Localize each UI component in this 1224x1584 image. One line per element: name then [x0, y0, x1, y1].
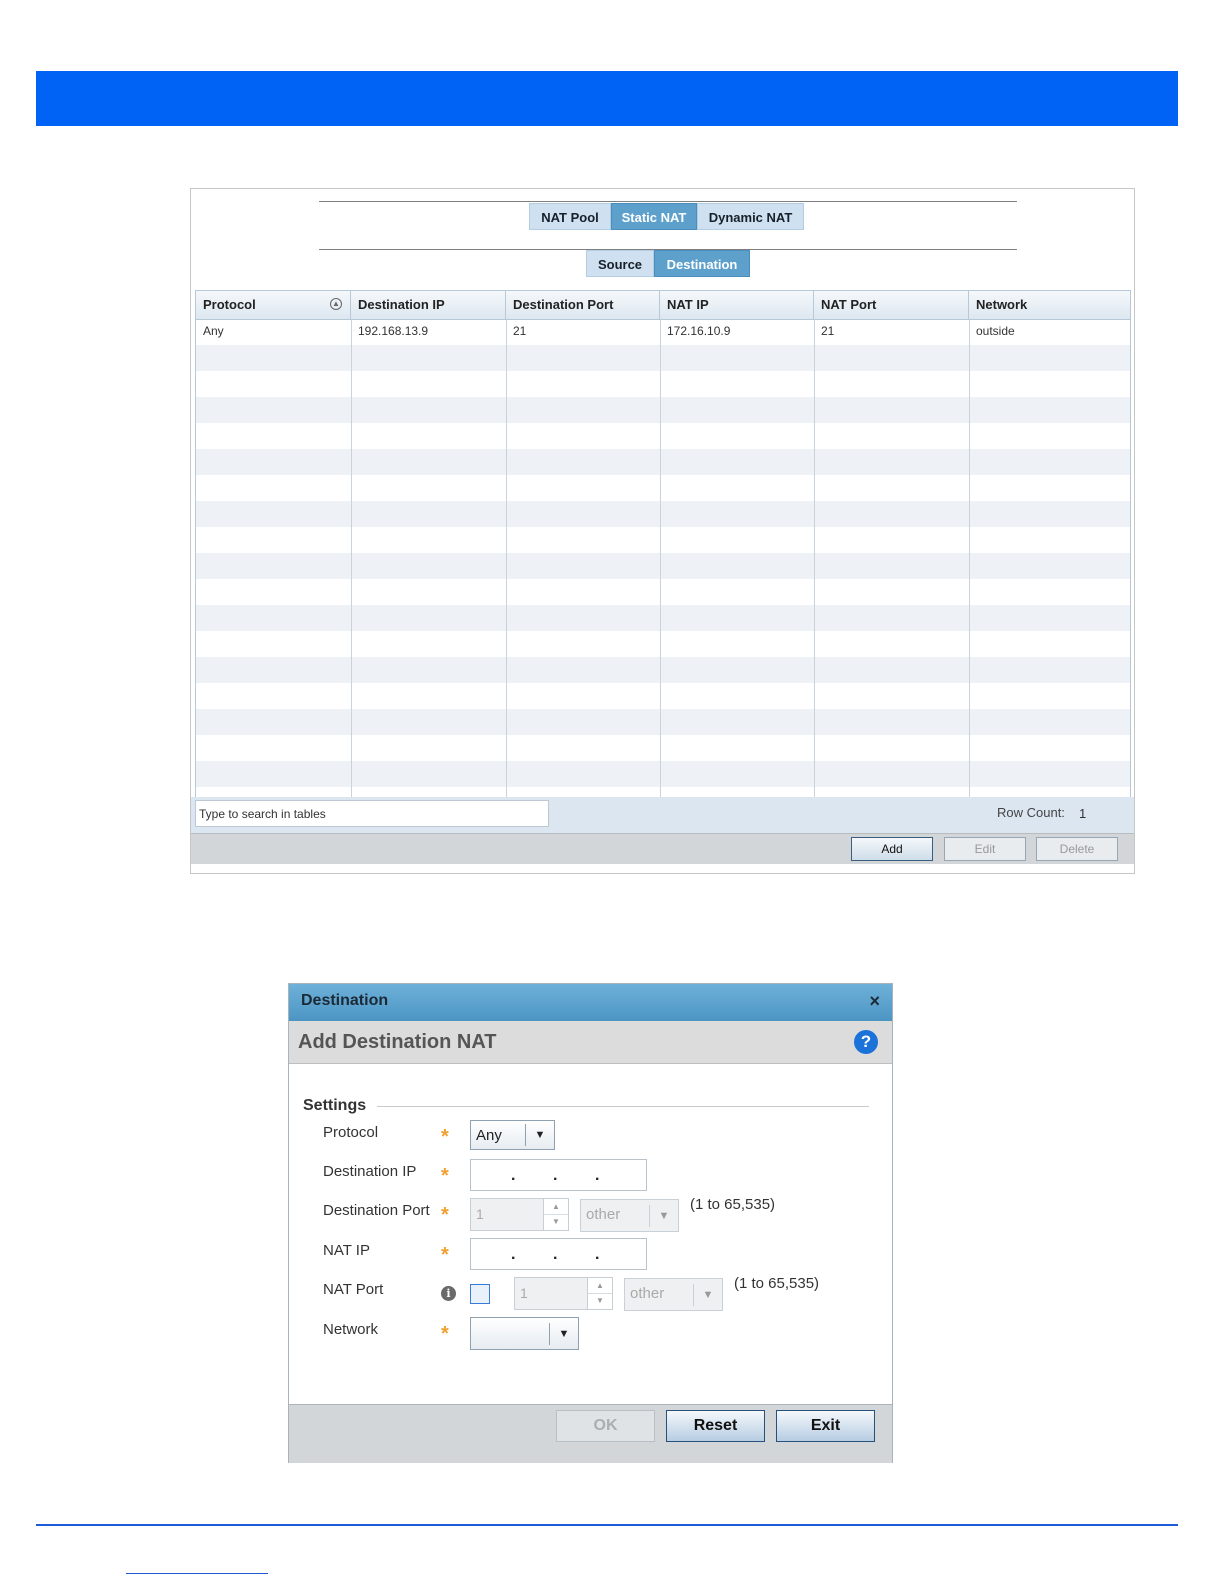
reset-button[interactable]: Reset [666, 1410, 765, 1442]
ok-button[interactable]: OK [556, 1410, 655, 1442]
required-icon: * [441, 1323, 449, 1345]
table-search-input[interactable]: Type to search in tables [195, 800, 549, 827]
destination-port-range: (1 to 65,535) [690, 1196, 776, 1213]
column-header-destination-port[interactable]: Destination Port [506, 291, 660, 319]
settings-section-title: Settings [303, 1097, 367, 1114]
add-button[interactable]: Add [851, 837, 933, 861]
tab-nat-pool[interactable]: NAT Pool [529, 203, 611, 230]
nat-port-range: (1 to 65,535) [734, 1275, 820, 1292]
table-header: Protocol ▲ Destination IP Destination Po… [196, 291, 1130, 320]
stepper-up-icon[interactable]: ▲ [544, 1199, 568, 1215]
column-header-nat-ip[interactable]: NAT IP [660, 291, 814, 319]
delete-button[interactable]: Delete [1036, 837, 1118, 861]
nat-port-type-select[interactable]: other ▼ [624, 1278, 723, 1311]
footer-link-underline [126, 1573, 268, 1574]
subtab-source[interactable]: Source [586, 250, 654, 277]
cell-nat-port: 21 [821, 324, 835, 338]
tab-divider [319, 201, 1017, 202]
dialog-title: Destination [301, 992, 389, 1009]
chevron-down-icon: ▼ [549, 1323, 578, 1345]
nat-ip-input[interactable]: . . . [470, 1238, 647, 1270]
dialog-button-bar: OK Reset Exit [289, 1404, 892, 1463]
dialog-title-bar: Destination × [289, 984, 892, 1021]
stepper-down-icon[interactable]: ▼ [544, 1214, 568, 1229]
table-footer: Type to search in tables Row Count: 1 [191, 797, 1134, 833]
protocol-label: Protocol [323, 1124, 379, 1141]
cell-nat-ip: 172.16.10.9 [667, 324, 731, 338]
tab-dynamic-nat[interactable]: Dynamic NAT [697, 203, 804, 230]
page-header-band [36, 71, 1178, 126]
required-icon: * [441, 1244, 449, 1266]
help-icon[interactable]: ? [854, 1030, 878, 1054]
destination-ip-input[interactable]: . . . [470, 1159, 647, 1191]
stepper-down-icon[interactable]: ▼ [588, 1293, 612, 1308]
required-icon: * [441, 1204, 449, 1226]
dialog-heading-bar: Add Destination NAT ? [289, 1021, 892, 1064]
cell-network: outside [976, 324, 1015, 338]
column-header-nat-port[interactable]: NAT Port [814, 291, 969, 319]
nat-port-stepper[interactable]: 1 ▲ ▼ [514, 1277, 613, 1310]
stepper-up-icon[interactable]: ▲ [588, 1278, 612, 1294]
action-button-bar: Add Edit Delete [191, 833, 1134, 864]
static-nat-screen: NAT Pool Static NAT Dynamic NAT Source D… [190, 188, 1135, 874]
destination-ip-label: Destination IP [323, 1163, 417, 1180]
column-header-network[interactable]: Network [969, 291, 1130, 319]
destination-port-type-select[interactable]: other ▼ [580, 1199, 679, 1232]
cell-protocol: Any [203, 324, 224, 338]
chevron-down-icon: ▼ [693, 1284, 722, 1306]
cell-destination-ip: 192.168.13.9 [358, 324, 429, 338]
destination-port-label: Destination Port [323, 1202, 430, 1219]
tab-static-nat[interactable]: Static NAT [611, 203, 697, 230]
network-select[interactable]: ▼ [470, 1317, 579, 1350]
required-icon: * [441, 1165, 449, 1187]
close-icon[interactable]: × [869, 991, 880, 1012]
exit-button[interactable]: Exit [776, 1410, 875, 1442]
row-count-label: Row Count: [997, 805, 1065, 820]
info-icon[interactable]: i [441, 1286, 456, 1301]
row-count-value: 1 [1079, 806, 1087, 821]
chevron-down-icon: ▼ [649, 1205, 678, 1227]
subtab-destination[interactable]: Destination [654, 250, 750, 277]
destination-nat-table: Protocol ▲ Destination IP Destination Po… [195, 290, 1131, 799]
column-header-destination-ip[interactable]: Destination IP [351, 291, 506, 319]
network-label: Network [323, 1321, 379, 1338]
cell-destination-port: 21 [513, 324, 527, 338]
settings-divider [377, 1106, 869, 1107]
page-footer-rule [36, 1524, 1178, 1526]
dialog-heading: Add Destination NAT [298, 1031, 497, 1053]
column-header-protocol[interactable]: Protocol ▲ [196, 291, 351, 319]
chevron-down-icon: ▼ [525, 1124, 554, 1146]
edit-button[interactable]: Edit [944, 837, 1026, 861]
nat-port-enable-checkbox[interactable] [470, 1284, 490, 1304]
add-destination-nat-dialog: Destination × Add Destination NAT ? Sett… [288, 983, 893, 1463]
required-icon: * [441, 1126, 449, 1148]
sort-ascending-icon[interactable]: ▲ [330, 298, 342, 310]
nat-ip-label: NAT IP [323, 1242, 370, 1259]
protocol-select[interactable]: Any ▼ [470, 1120, 555, 1150]
destination-port-stepper[interactable]: 1 ▲ ▼ [470, 1198, 569, 1231]
nat-port-label: NAT Port [323, 1281, 384, 1298]
